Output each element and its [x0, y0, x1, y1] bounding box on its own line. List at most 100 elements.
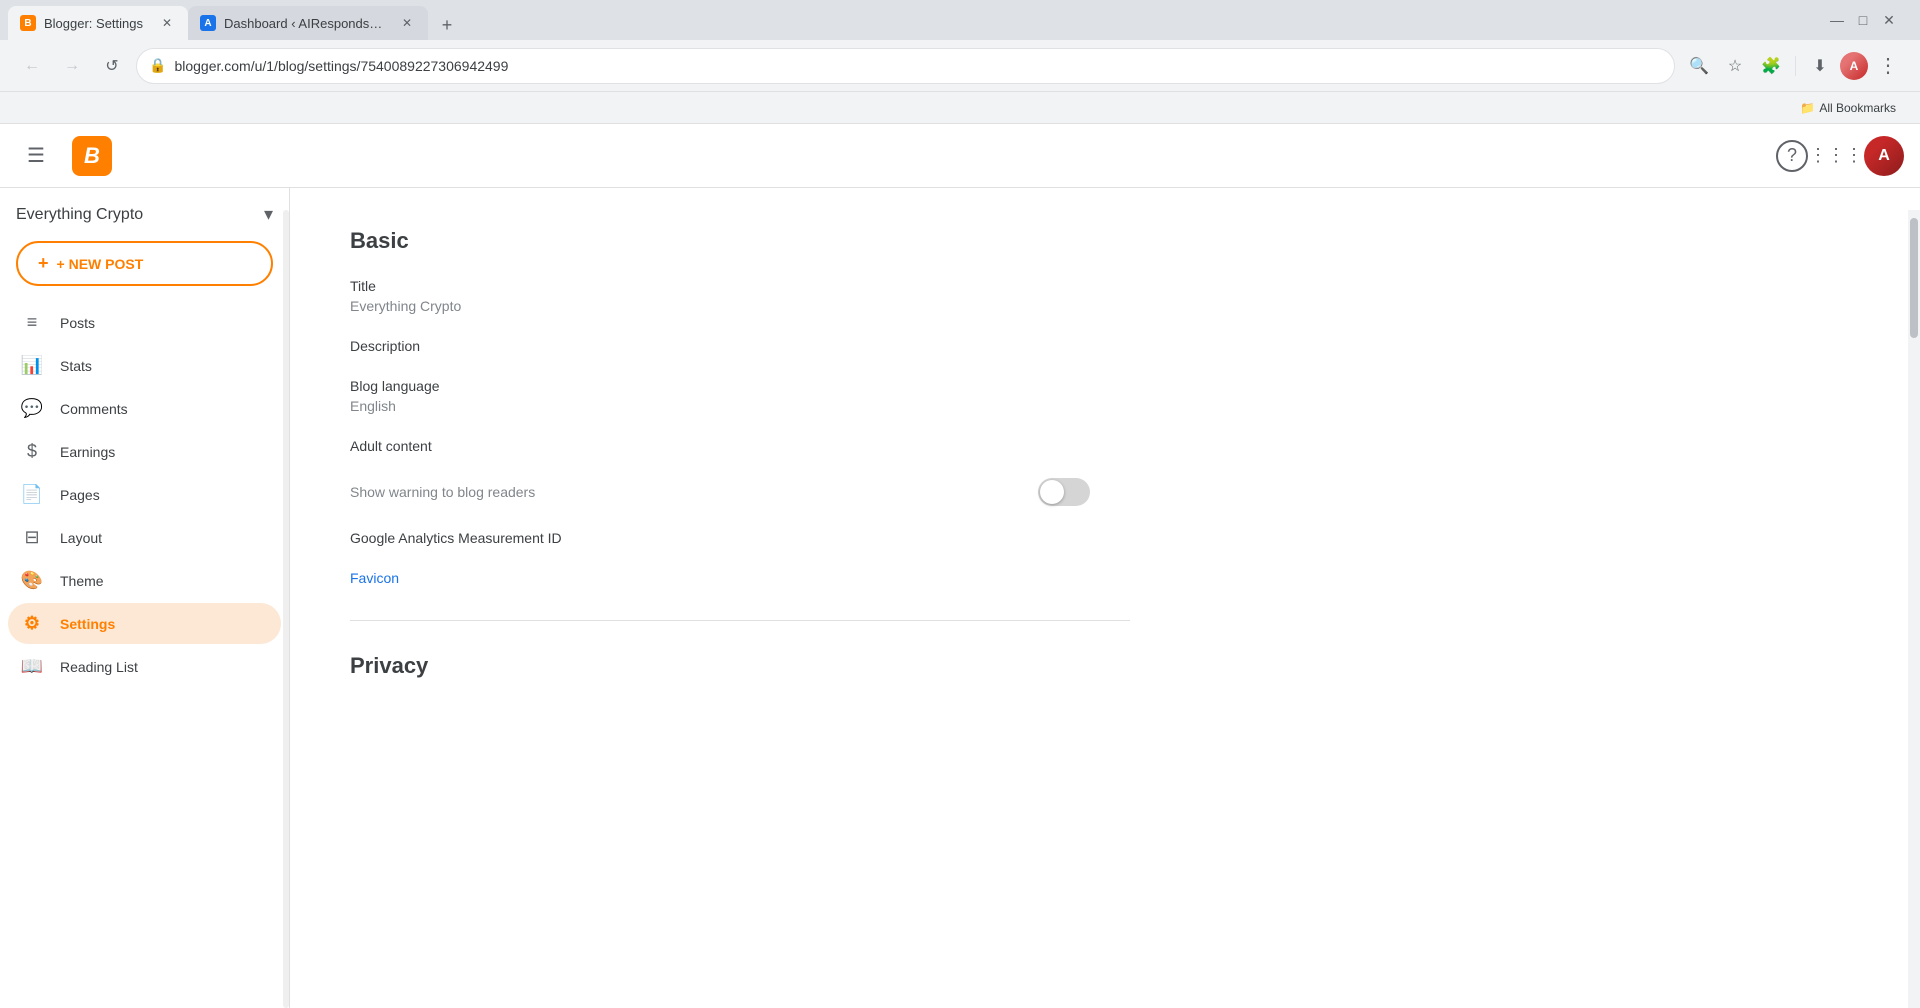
setting-row-title: Title Everything Crypto [350, 278, 1130, 314]
setting-label-description: Description [350, 338, 1130, 354]
sidebar-item-reading-list[interactable]: 📖 Reading List [8, 646, 281, 687]
setting-row-blog-language: Blog language English [350, 378, 1130, 414]
minimize-button[interactable]: — [1830, 13, 1844, 27]
setting-label-analytics: Google Analytics Measurement ID [350, 530, 1130, 546]
sidebar-item-settings[interactable]: ⚙ Settings [8, 603, 281, 644]
setting-row-favicon: Favicon [350, 570, 1130, 588]
blogger-header: ☰ B ? ⋮⋮⋮ A [0, 124, 1920, 188]
setting-label-adult-content: Adult content [350, 438, 1130, 454]
maximize-button[interactable]: □ [1856, 13, 1870, 27]
sidebar-item-label-posts: Posts [60, 315, 95, 331]
toggle-knob [1040, 480, 1064, 504]
settings-icon: ⚙ [20, 613, 44, 634]
privacy-section-title: Privacy [350, 653, 1130, 679]
browser-profile-avatar[interactable]: A [1840, 52, 1868, 80]
new-post-button[interactable]: + + NEW POST [16, 241, 273, 286]
sidebar-scrollbar [283, 210, 289, 1008]
setting-row-show-warning: Show warning to blog readers [350, 478, 1130, 506]
tab-close-dashboard[interactable]: ✕ [398, 14, 416, 32]
setting-row-analytics: Google Analytics Measurement ID [350, 530, 1130, 546]
setting-value-title[interactable]: Everything Crypto [350, 298, 1130, 314]
new-post-icon: + [38, 253, 49, 274]
sidebar-item-label-earnings: Earnings [60, 444, 115, 460]
bookmark-icon[interactable]: ☆ [1719, 50, 1751, 82]
tab-favicon-dashboard: A [200, 15, 216, 31]
url-actions: 🔍 ☆ 🧩 ⬇ A ⋮ [1683, 50, 1904, 82]
sidebar-item-posts[interactable]: ≡ Posts [8, 302, 281, 343]
section-divider [350, 620, 1130, 621]
url-text: blogger.com/u/1/blog/settings/7540089227… [174, 58, 1662, 74]
tab-dashboard[interactable]: A Dashboard ‹ AIRespondsBlog … ✕ [188, 6, 428, 40]
tab-favicon-blogger: B [20, 15, 36, 31]
apps-button[interactable]: ⋮⋮⋮ [1816, 136, 1856, 176]
blog-selector[interactable]: Everything Crypto ▾ [0, 188, 289, 233]
page-scrollbar[interactable] [1908, 210, 1920, 1008]
close-button[interactable]: ✕ [1882, 13, 1896, 27]
sidebar-item-label-reading-list: Reading List [60, 659, 138, 675]
bookmarks-bar: 📁 All Bookmarks [0, 92, 1920, 124]
address-bar: ← → ↺ 🔒 blogger.com/u/1/blog/settings/75… [0, 40, 1920, 92]
comments-icon: 💬 [20, 398, 44, 419]
browser-menu-icon[interactable]: ⋮ [1872, 50, 1904, 82]
tab-blogger-settings[interactable]: B Blogger: Settings ✕ [8, 6, 188, 40]
basic-section-title: Basic [350, 228, 1130, 254]
tab-close-blogger[interactable]: ✕ [158, 14, 176, 32]
pages-icon: 📄 [20, 484, 44, 505]
forward-button[interactable]: → [56, 50, 88, 82]
window-controls: — □ ✕ [1830, 13, 1912, 27]
header-actions: ? ⋮⋮⋮ A [1776, 136, 1904, 176]
sidebar-item-layout[interactable]: ⊟ Layout [8, 517, 281, 558]
reload-button[interactable]: ↺ [96, 50, 128, 82]
settings-container: Basic Title Everything Crypto Descriptio… [290, 188, 1190, 719]
user-avatar[interactable]: A [1864, 136, 1904, 176]
help-button[interactable]: ? [1776, 140, 1808, 172]
search-icon[interactable]: 🔍 [1683, 50, 1715, 82]
main-content: Basic Title Everything Crypto Descriptio… [290, 188, 1920, 1008]
sidebar-item-label-layout: Layout [60, 530, 102, 546]
setting-row-adult-content: Adult content [350, 438, 1130, 454]
new-post-label: + NEW POST [57, 256, 144, 272]
sidebar-item-label-settings: Settings [60, 616, 115, 632]
setting-row-description: Description [350, 338, 1130, 354]
setting-label-title: Title [350, 278, 1130, 294]
setting-label-blog-language: Blog language [350, 378, 1130, 394]
sidebar-item-label-theme: Theme [60, 573, 104, 589]
scrollbar-thumb [1910, 218, 1918, 338]
sidebar-item-earnings[interactable]: $ Earnings [8, 431, 281, 472]
sidebar-item-pages[interactable]: 📄 Pages [8, 474, 281, 515]
stats-icon: 📊 [20, 355, 44, 376]
sidebar: Everything Crypto ▾ + + NEW POST ≡ Posts [0, 188, 290, 1008]
sidebar-item-label-comments: Comments [60, 401, 128, 417]
theme-icon: 🎨 [20, 570, 44, 591]
back-button[interactable]: ← [16, 50, 48, 82]
show-warning-toggle[interactable] [1038, 478, 1090, 506]
download-icon[interactable]: ⬇ [1804, 50, 1836, 82]
setting-label-show-warning: Show warning to blog readers [350, 484, 535, 500]
url-bar[interactable]: 🔒 blogger.com/u/1/blog/settings/75400892… [136, 48, 1675, 84]
blog-name: Everything Crypto [16, 206, 256, 224]
bookmarks-all[interactable]: 📁 All Bookmarks [1792, 96, 1904, 120]
sidebar-nav: ≡ Posts 📊 Stats 💬 Comments $ [0, 302, 289, 687]
sidebar-item-theme[interactable]: 🎨 Theme [8, 560, 281, 601]
reading-list-icon: 📖 [20, 656, 44, 677]
tab-label-blogger: Blogger: Settings [44, 16, 150, 31]
blogger-logo: B [72, 136, 112, 176]
favicon-link[interactable]: Favicon [350, 570, 399, 586]
folder-icon: 📁 [1800, 101, 1815, 115]
tab-bar: B Blogger: Settings ✕ A Dashboard ‹ AIRe… [0, 0, 1920, 40]
blog-chevron-icon: ▾ [264, 204, 273, 225]
sidebar-item-stats[interactable]: 📊 Stats [8, 345, 281, 386]
sidebar-item-label-stats: Stats [60, 358, 92, 374]
sidebar-item-comments[interactable]: 💬 Comments [8, 388, 281, 429]
hamburger-button[interactable]: ☰ [16, 136, 56, 176]
extensions-icon[interactable]: 🧩 [1755, 50, 1787, 82]
new-tab-button[interactable]: + [432, 10, 462, 40]
tab-label-dashboard: Dashboard ‹ AIRespondsBlog … [224, 16, 390, 31]
posts-icon: ≡ [20, 312, 44, 333]
earnings-icon: $ [20, 441, 44, 462]
layout-icon: ⊟ [20, 527, 44, 548]
sidebar-item-label-pages: Pages [60, 487, 100, 503]
bookmarks-label: All Bookmarks [1819, 101, 1896, 115]
divider [1795, 56, 1796, 76]
setting-value-blog-language: English [350, 398, 1130, 414]
